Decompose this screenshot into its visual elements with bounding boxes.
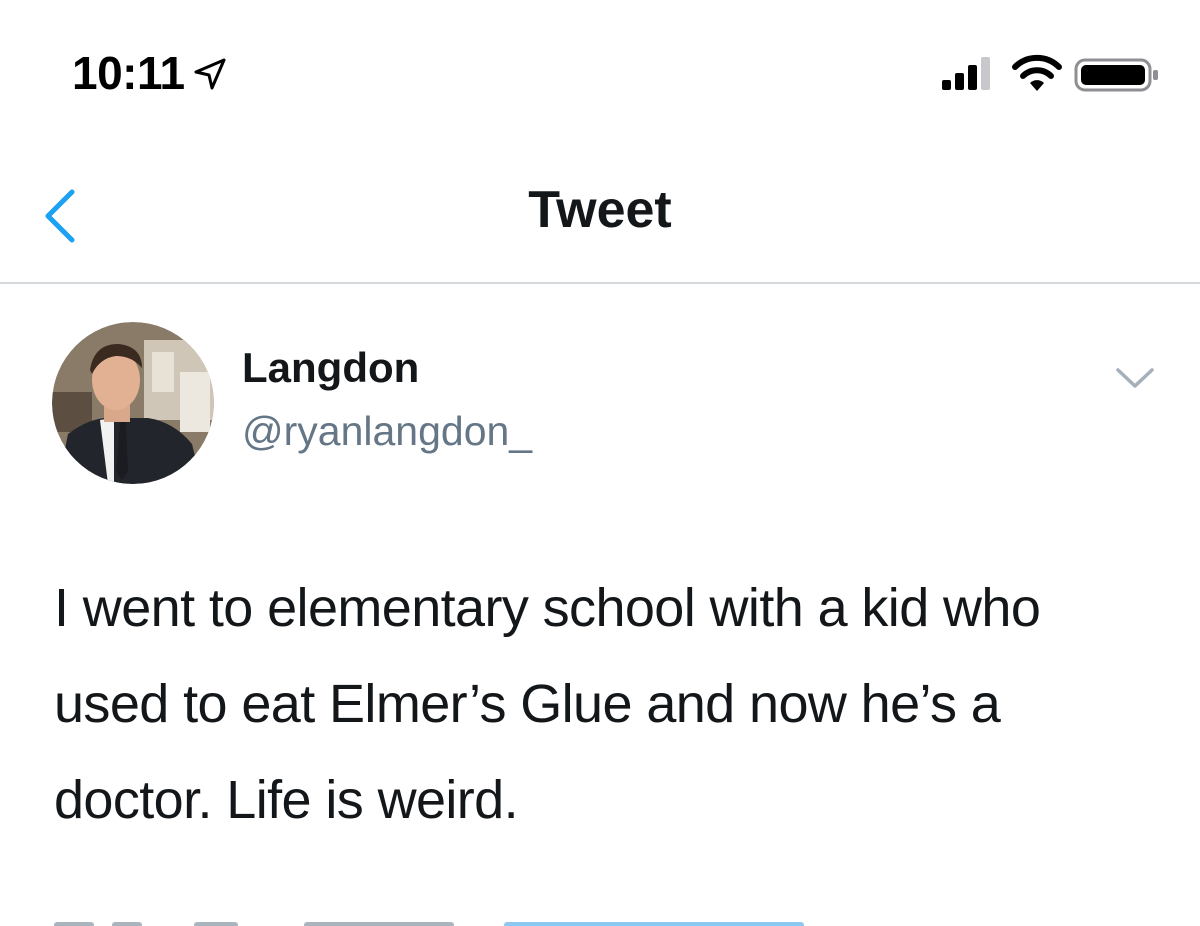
page-title: Tweet xyxy=(528,181,672,239)
tweet-text: I went to elementary school with a kid w… xyxy=(54,578,1041,830)
author-handle[interactable]: @ryanlangdon_ xyxy=(242,408,532,455)
wifi-icon xyxy=(1012,54,1062,91)
battery-icon xyxy=(1074,58,1158,92)
tweet-detail-screen: 10:11 Tweet Langdon @ryanlangdon_ I went… xyxy=(0,0,1200,926)
chevron-down-icon[interactable] xyxy=(1112,358,1158,398)
status-time: 10:11 xyxy=(72,47,185,99)
tweet-timestamp-row xyxy=(54,922,804,926)
author-display-name[interactable]: Langdon xyxy=(242,344,419,392)
avatar[interactable] xyxy=(52,322,214,484)
cellular-signal-icon xyxy=(942,57,990,90)
location-arrow-icon xyxy=(194,58,226,90)
status-bar: 10:11 xyxy=(0,0,1200,150)
navigation-bar: Tweet xyxy=(0,150,1200,284)
